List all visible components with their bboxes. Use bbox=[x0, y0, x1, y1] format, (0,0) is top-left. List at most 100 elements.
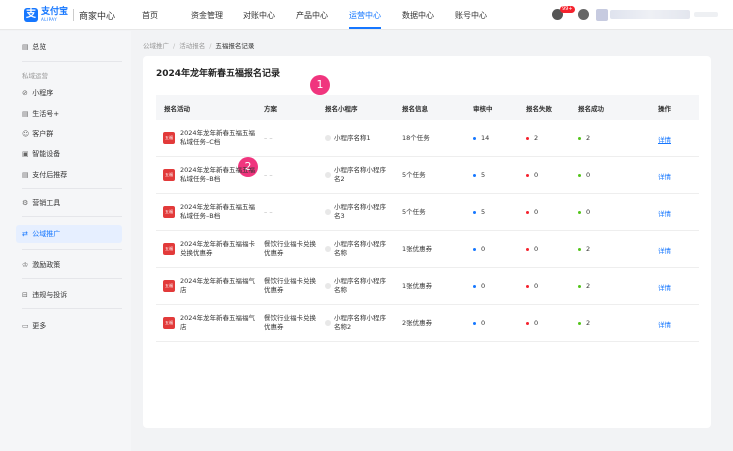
reviewing-count: 14 bbox=[473, 134, 489, 142]
sidebar-item-public-promo[interactable]: ⇄ 公域推广 bbox=[22, 226, 60, 242]
sidebar-item-label: 小程序 bbox=[32, 89, 54, 97]
detail-link[interactable]: 详情 bbox=[658, 171, 671, 181]
nav-operations[interactable]: 运营中心 bbox=[349, 10, 381, 21]
help-icon[interactable] bbox=[578, 9, 589, 20]
success-count: 2 bbox=[578, 245, 590, 253]
sidebar-item-label: 生活号+ bbox=[32, 110, 60, 118]
sidebar-item-policy[interactable]: ♔ 激励政策 bbox=[22, 257, 60, 273]
status-dot-icon bbox=[578, 247, 581, 251]
nav-funds[interactable]: 资金管理 bbox=[191, 10, 223, 21]
sidebar-item-label: 更多 bbox=[32, 322, 47, 330]
nav-active-underline bbox=[349, 27, 381, 29]
more-icon: ▭ bbox=[22, 322, 29, 330]
plan-value: 餐饮行业福卡兑换优惠券 bbox=[264, 277, 316, 294]
activity-name: 2024年龙年新春五福福气店 bbox=[180, 277, 256, 294]
logo-cn: 支付宝 bbox=[41, 7, 69, 17]
alipay-logo[interactable]: 支 支付宝 ALIPAY 商家中心 bbox=[24, 6, 115, 24]
sidebar-divider bbox=[22, 308, 122, 309]
reviewing-count: 0 bbox=[473, 282, 485, 290]
sidebar-item-customer-group[interactable]: ☺ 客户群 bbox=[22, 126, 53, 142]
logo-divider bbox=[73, 9, 75, 21]
nav-home[interactable]: 首页 bbox=[142, 10, 158, 21]
sidebar-item-label: 激励政策 bbox=[32, 261, 61, 269]
col-reviewing: 审核中 bbox=[473, 105, 493, 113]
sidebar-group-private: 私域运营 bbox=[22, 72, 48, 80]
account-info-blurred bbox=[610, 10, 690, 19]
overview-icon: ▤ bbox=[22, 43, 29, 51]
sidebar-item-label: 公域推广 bbox=[32, 230, 61, 238]
table-row: 五福 2024年龙年新春五福五福私域任务–C档 – – 小程序名称1 18个任务… bbox=[156, 120, 699, 157]
sidebar-item-post-pay[interactable]: ▤ 支付后推荐 bbox=[22, 167, 67, 183]
status-dot-icon bbox=[578, 210, 581, 214]
detail-link[interactable]: 详情 bbox=[658, 208, 671, 218]
plan-value: – – bbox=[264, 134, 273, 142]
sidebar-item-complaints[interactable]: ⊟ 违规与投诉 bbox=[22, 287, 67, 303]
logo-en: ALIPAY bbox=[41, 17, 58, 22]
sidebar-item-lifeaccount[interactable]: ▤ 生活号+ bbox=[22, 106, 59, 122]
breadcrumb-separator: / bbox=[209, 42, 212, 50]
logo-text: 支付宝 ALIPAY bbox=[41, 8, 68, 22]
failed-count: 0 bbox=[526, 319, 538, 327]
nav-data[interactable]: 数据中心 bbox=[402, 10, 434, 21]
col-failed: 报名失败 bbox=[526, 105, 552, 113]
sidebar-item-label: 营销工具 bbox=[32, 199, 61, 207]
account-extra-blurred bbox=[694, 12, 718, 17]
signup-info: 2张优惠券 bbox=[402, 319, 433, 327]
nav-account[interactable]: 账号中心 bbox=[455, 10, 487, 21]
sidebar-item-overview[interactable]: ▤ 总览 bbox=[22, 39, 46, 55]
sidebar-item-devices[interactable]: ▣ 智能设备 bbox=[22, 146, 60, 162]
status-dot-icon bbox=[526, 173, 529, 177]
activity-fu-icon: 五福 bbox=[163, 317, 175, 329]
detail-link[interactable]: 详情 bbox=[658, 319, 671, 329]
col-plan: 方案 bbox=[264, 105, 277, 113]
status-dot-icon bbox=[473, 173, 476, 177]
activity-name: 2024年龙年新春五福五福私域任务–B档 bbox=[180, 203, 256, 220]
plan-value: 餐饮行业福卡兑换优惠券 bbox=[264, 314, 316, 331]
activity-fu-icon: 五福 bbox=[163, 280, 175, 292]
nav-products[interactable]: 产品中心 bbox=[296, 10, 328, 21]
avatar[interactable] bbox=[596, 9, 608, 21]
sidebar-item-label: 客户群 bbox=[32, 130, 54, 138]
plan-value: 餐饮行业福卡兑换优惠券 bbox=[264, 240, 316, 257]
detail-link[interactable]: 详情 bbox=[658, 245, 671, 255]
reviewing-count: 0 bbox=[473, 319, 485, 327]
signup-info: 1张优惠券 bbox=[402, 282, 433, 290]
detail-link[interactable]: 详情 bbox=[658, 134, 671, 144]
sidebar-item-marketing[interactable]: ⚙ 营销工具 bbox=[22, 195, 60, 211]
success-count: 0 bbox=[578, 171, 590, 179]
activity-name: 2024年龙年新春五福福卡兑换优惠券 bbox=[180, 240, 256, 257]
plan-value: – – bbox=[264, 208, 273, 216]
miniprogram-avatar-icon bbox=[325, 209, 331, 215]
breadcrumb-activity-signup[interactable]: 活动报名 bbox=[179, 42, 205, 50]
status-dot-icon bbox=[473, 210, 476, 214]
breadcrumb-public-promo[interactable]: 公域推广 bbox=[143, 42, 169, 50]
signup-info: 18个任务 bbox=[402, 134, 430, 142]
status-dot-icon bbox=[526, 136, 529, 140]
table-row: 五福 2024年龙年新春五福福气店 餐饮行业福卡兑换优惠券 小程序名称小程序名称… bbox=[156, 268, 699, 305]
failed-count: 0 bbox=[526, 208, 538, 216]
failed-count: 2 bbox=[526, 134, 538, 142]
customer-group-icon: ☺ bbox=[22, 130, 30, 138]
miniprogram-avatar-icon bbox=[325, 172, 331, 178]
breadcrumb: 公域推广 / 活动报名 / 五福报名记录 bbox=[143, 40, 254, 50]
activity-name: 2024年龙年新春五福五福私域任务–B档 bbox=[180, 166, 256, 183]
success-count: 2 bbox=[578, 134, 590, 142]
detail-link[interactable]: 详情 bbox=[658, 282, 671, 292]
sidebar-divider bbox=[22, 61, 122, 62]
sidebar-item-label: 总览 bbox=[32, 43, 47, 51]
col-activity: 报名活动 bbox=[164, 105, 190, 113]
signup-info: 5个任务 bbox=[402, 171, 426, 179]
activity-name: 2024年龙年新春五福五福私域任务–C档 bbox=[180, 129, 256, 146]
sidebar-item-label: 支付后推荐 bbox=[32, 171, 68, 179]
status-dot-icon bbox=[473, 247, 476, 251]
miniprogram-avatar-icon bbox=[325, 246, 331, 252]
sidebar-item-more[interactable]: ▭ 更多 bbox=[22, 318, 46, 334]
sidebar-item-label: 违规与投诉 bbox=[32, 291, 68, 299]
sidebar-divider bbox=[22, 278, 122, 279]
table-row: 五福 2024年龙年新春五福五福私域任务–B档 – – 小程序名称小程序名3 5… bbox=[156, 194, 699, 231]
status-dot-icon bbox=[473, 136, 476, 140]
nav-reconciliation[interactable]: 对账中心 bbox=[243, 10, 275, 21]
miniprogram-avatar-icon bbox=[325, 320, 331, 326]
reviewing-count: 5 bbox=[473, 208, 485, 216]
sidebar-item-miniprogram[interactable]: ⊘ 小程序 bbox=[22, 85, 53, 101]
